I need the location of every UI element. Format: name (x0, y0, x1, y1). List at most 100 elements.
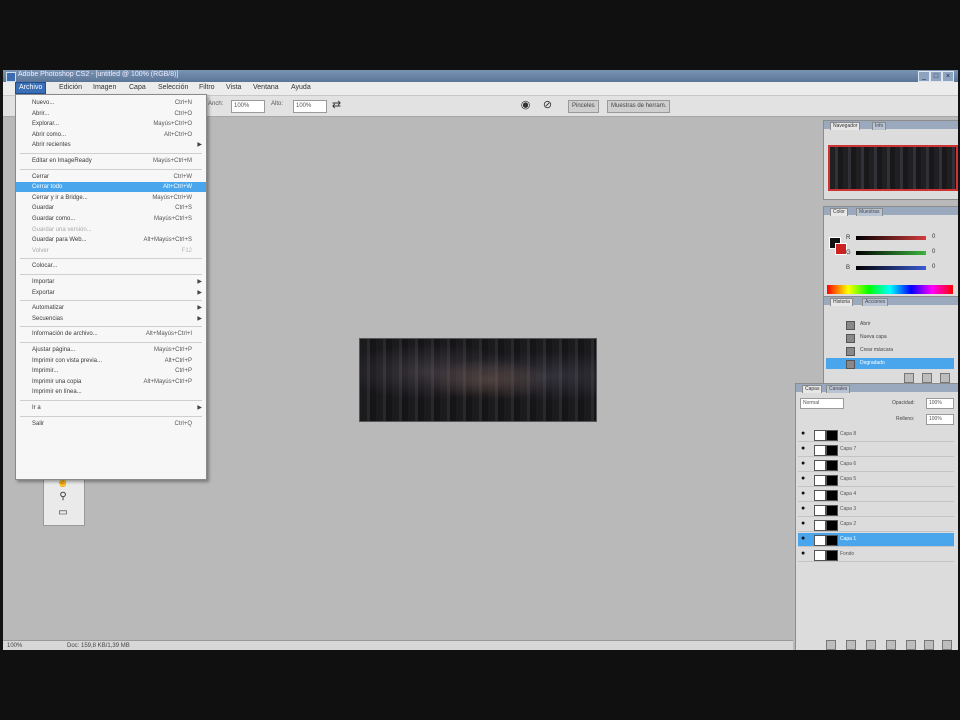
fill-field[interactable]: 100% (926, 414, 954, 425)
file-menu-item-colocar[interactable]: Colocar... (16, 261, 206, 271)
visibility-eye-icon[interactable]: ● (801, 430, 807, 437)
file-menu-item-informacion-de-archivo[interactable]: Información de archivo... Alt+Mayús+Ctrl+… (16, 329, 206, 339)
layer-mask-thumbnail[interactable] (826, 430, 838, 441)
add-mask-icon[interactable] (866, 640, 876, 650)
layer-row[interactable]: ● Capa 8 (798, 428, 954, 442)
tab-layers[interactable]: Capas (802, 385, 823, 393)
screen-mode-icon[interactable]: ▭ (48, 507, 78, 519)
file-menu-item-exportar[interactable]: Exportar ▶ (16, 288, 206, 298)
file-menu-item-nuevo[interactable]: Nuevo... Ctrl+N (16, 98, 206, 108)
file-menu-item-salir[interactable]: Salir Ctrl+Q (16, 419, 206, 429)
tab-swatches[interactable]: Muestras (856, 208, 883, 216)
green-track[interactable] (856, 251, 926, 255)
layer-mask-thumbnail[interactable] (826, 490, 838, 501)
commit-icon[interactable]: ◉ (519, 99, 532, 112)
tab-channels[interactable]: Canales (826, 385, 851, 393)
navigator-preview[interactable] (828, 145, 958, 191)
file-menu-item-abrir[interactable]: Abrir... Ctrl+O (16, 109, 206, 119)
layer-row[interactable]: ● Capa 5 (798, 473, 954, 487)
new-snapshot-icon[interactable] (904, 373, 914, 383)
adjustment-layer-icon[interactable] (886, 640, 896, 650)
file-menu-item-importar[interactable]: Importar ▶ (16, 277, 206, 287)
file-menu-item-ir-a[interactable]: Ir a ▶ (16, 403, 206, 413)
history-state[interactable]: Crear máscara (826, 345, 954, 356)
red-track[interactable] (856, 236, 926, 240)
zoom-tool-icon[interactable]: ⚲ (48, 491, 78, 503)
history-state[interactable]: Degradado (826, 358, 954, 369)
layer-style-icon[interactable] (846, 640, 856, 650)
visibility-eye-icon[interactable]: ● (801, 550, 807, 557)
blend-mode-select[interactable]: Normal (800, 398, 844, 409)
delete-layer-icon[interactable] (942, 640, 952, 650)
layer-row[interactable]: ● Capa 2 (798, 518, 954, 532)
width-field[interactable]: 100% (231, 100, 265, 113)
tab-info[interactable]: Info (872, 122, 887, 130)
layer-mask-thumbnail[interactable] (826, 535, 838, 546)
file-menu-item-imprimir[interactable]: Imprimir... Ctrl+P (16, 366, 206, 376)
trash-icon[interactable] (940, 373, 950, 383)
visibility-eye-icon[interactable]: ● (801, 505, 807, 512)
file-menu-item-editar-en-imageready[interactable]: Editar en ImageReady Mayús+Ctrl+M (16, 156, 206, 166)
file-menu-item-automatizar[interactable]: Automatizar ▶ (16, 303, 206, 313)
layer-mask-thumbnail[interactable] (826, 445, 838, 456)
red-slider[interactable]: R 0 (846, 234, 944, 242)
link-icon[interactable]: ⇄ (330, 99, 343, 112)
file-menu-item-guardar-para-web[interactable]: Guardar para Web... Alt+Mayús+Ctrl+S (16, 235, 206, 245)
new-group-icon[interactable] (906, 640, 916, 650)
layer-mask-thumbnail[interactable] (826, 520, 838, 531)
file-menu-item-abrir-como[interactable]: Abrir como... Alt+Ctrl+O (16, 130, 206, 140)
tab-actions[interactable]: Acciones (862, 298, 889, 306)
history-state[interactable]: Nueva capa (826, 332, 954, 343)
layer-mask-thumbnail[interactable] (826, 475, 838, 486)
file-menu-item-guardar-como[interactable]: Guardar como... Mayús+Ctrl+S (16, 214, 206, 224)
maximize-button[interactable]: □ (930, 71, 942, 82)
file-menu-item-secuencias[interactable]: Secuencias ▶ (16, 314, 206, 324)
file-menu-item-ajustar-pagina[interactable]: Ajustar página... Mayús+Ctrl+P (16, 345, 206, 355)
layer-row[interactable]: ● Capa 4 (798, 488, 954, 502)
layer-mask-thumbnail[interactable] (826, 505, 838, 516)
zoom-level[interactable]: 100% (7, 641, 22, 650)
visibility-eye-icon[interactable]: ● (801, 535, 807, 542)
menu-seleccion[interactable]: Selección (155, 83, 191, 93)
layer-row[interactable]: ● Capa 1 (798, 533, 954, 547)
new-layer-icon[interactable] (924, 640, 934, 650)
green-slider[interactable]: G 0 (846, 249, 944, 257)
file-menu-item-imprimir-en-linea[interactable]: Imprimir en línea... (16, 387, 206, 397)
file-menu-item-guardar[interactable]: Guardar Ctrl+S (16, 203, 206, 213)
menu-vista[interactable]: Vista (223, 83, 244, 93)
tab-tool-presets[interactable]: Muestras de herram. (607, 100, 671, 113)
layer-row[interactable]: ● Capa 3 (798, 503, 954, 517)
menu-capa[interactable]: Capa (126, 83, 149, 93)
blue-track[interactable] (856, 266, 926, 270)
file-menu-item-imprimir-una-copia[interactable]: Imprimir una copia Alt+Mayús+Ctrl+P (16, 377, 206, 387)
layer-row[interactable]: ● Capa 7 (798, 443, 954, 457)
color-spectrum-bar[interactable] (827, 285, 953, 294)
menu-edicion[interactable]: Edición (56, 83, 85, 93)
layer-row[interactable]: ● Fondo (798, 548, 954, 562)
close-window-button[interactable]: × (942, 71, 954, 82)
file-menu-item-cerrar[interactable]: Cerrar Ctrl+W (16, 172, 206, 182)
minimize-button[interactable]: _ (918, 71, 930, 82)
tab-brushes[interactable]: Pinceles (568, 100, 599, 113)
file-menu-item-cerrar-y-ir-a-bridge[interactable]: Cerrar y ir a Bridge... Mayús+Ctrl+W (16, 193, 206, 203)
menu-ventana[interactable]: Ventana (250, 83, 282, 93)
file-menu-item-explorar[interactable]: Explorar... Mayús+Ctrl+O (16, 119, 206, 129)
file-menu-item-imprimir-con-vista-previa[interactable]: Imprimir con vista previa... Alt+Ctrl+P (16, 356, 206, 366)
visibility-eye-icon[interactable]: ● (801, 460, 807, 467)
menu-archivo[interactable]: Archivo (15, 82, 47, 94)
opacity-field[interactable]: 100% (926, 398, 954, 409)
history-state[interactable]: Abrir (826, 319, 954, 330)
visibility-eye-icon[interactable]: ● (801, 520, 807, 527)
tab-navigator[interactable]: Navegador (830, 122, 861, 130)
tab-color[interactable]: Color (830, 208, 848, 216)
menu-filtro[interactable]: Filtro (196, 83, 218, 93)
visibility-eye-icon[interactable]: ● (801, 445, 807, 452)
visibility-eye-icon[interactable]: ● (801, 490, 807, 497)
layer-row[interactable]: ● Capa 6 (798, 458, 954, 472)
height-field[interactable]: 100% (293, 100, 327, 113)
link-layers-icon[interactable] (826, 640, 836, 650)
tab-history[interactable]: Historia (830, 298, 853, 306)
menu-imagen[interactable]: Imagen (90, 83, 119, 93)
layer-mask-thumbnail[interactable] (826, 550, 838, 561)
visibility-eye-icon[interactable]: ● (801, 475, 807, 482)
